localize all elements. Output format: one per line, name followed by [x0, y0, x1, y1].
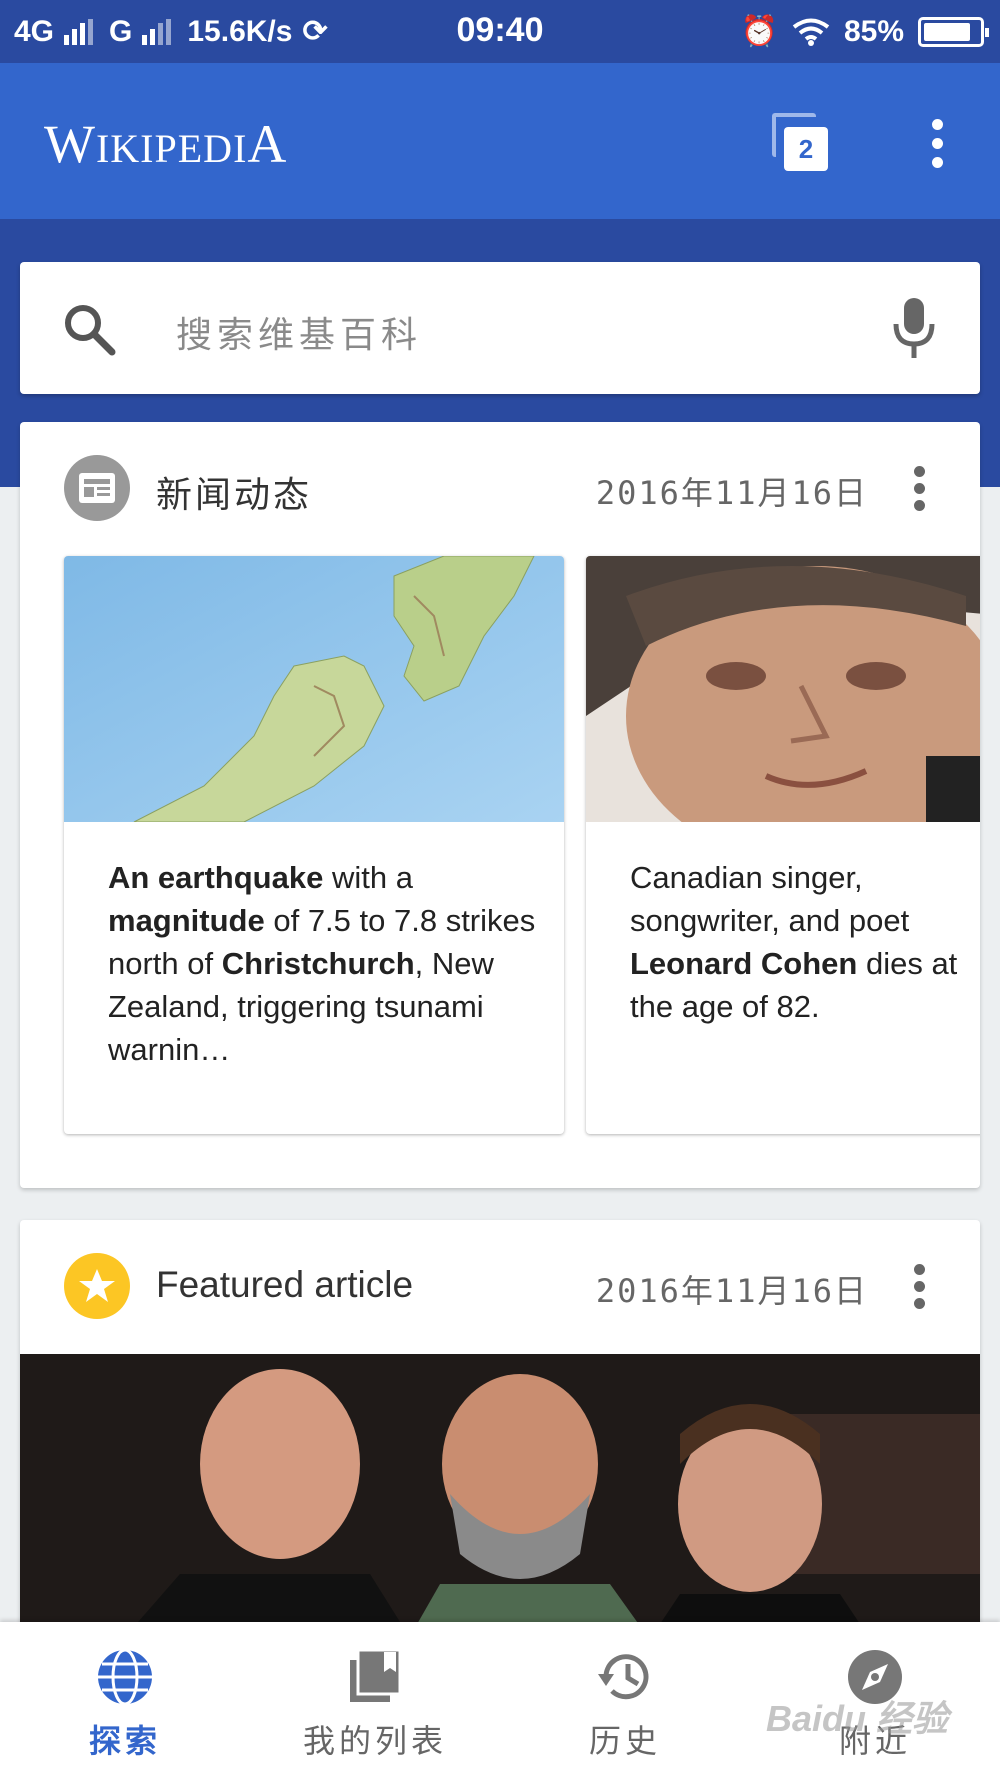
more-vert-icon[interactable]: [932, 119, 944, 176]
nav-explore[interactable]: 探索: [0, 1646, 250, 1762]
featured-card-title: Featured article: [156, 1264, 414, 1305]
nav-label: 我的列表: [302, 1722, 447, 1760]
nav-label: 探索: [88, 1722, 161, 1760]
news-card-header: 新闻动态 2016年11月16日: [20, 422, 980, 554]
search-input[interactable]: 搜索维基百科: [176, 306, 422, 358]
story-bold-link[interactable]: An earthquake: [108, 860, 323, 895]
featured-card: Featured article 2016年11月16日: [20, 1220, 980, 1640]
nav-history[interactable]: 历史: [500, 1646, 750, 1762]
wikipedia-logo: WIKIPEDIA: [44, 114, 288, 174]
mic-icon[interactable]: [892, 296, 936, 360]
globe-icon: [98, 1648, 152, 1706]
news-card-title: 新闻动态: [156, 475, 313, 516]
news-item-cohen[interactable]: Canadian singer, songwriter, and poet Le…: [586, 556, 980, 1134]
tab-count: 2: [784, 127, 828, 171]
news-card-menu-icon[interactable]: [914, 466, 926, 517]
reading-list-icon: [350, 1648, 402, 1702]
news-card: 新闻动态 2016年11月16日 An earthquake with a ma…: [20, 422, 980, 1188]
news-story-text: An earthquake with a magnitude of 7.5 to…: [108, 856, 548, 1071]
news-item-earthquake[interactable]: An earthquake with a magnitude of 7.5 to…: [64, 556, 564, 1134]
watermark: Baidu 经验: [766, 1698, 949, 1739]
nav-label: 历史: [588, 1722, 661, 1760]
app-bar: WIKIPEDIA 2: [0, 63, 1000, 219]
news-story-text: Canadian singer, songwriter, and poet Le…: [630, 856, 980, 1028]
status-bar: 4G G 15.6K/s ⟳ 09:40 ⏰ 85%: [0, 0, 1000, 63]
news-card-date: 2016年11月16日: [595, 474, 868, 512]
battery-fill: [924, 22, 970, 41]
search-icon: [65, 305, 116, 356]
new-zealand-map-image: [64, 556, 564, 822]
story-text-segment: with a: [323, 860, 413, 895]
story-bold-link[interactable]: magnitude: [108, 903, 265, 938]
status-right: ⏰ 85%: [740, 14, 989, 49]
story-bold-link[interactable]: Christchurch: [222, 946, 415, 981]
portrait-photo-image: [586, 556, 980, 822]
battery-percent: 85%: [843, 14, 904, 48]
featured-card-header: Featured article 2016年11月16日: [20, 1220, 980, 1352]
story-bold-link[interactable]: Leonard Cohen: [630, 946, 857, 981]
history-icon: [598, 1654, 649, 1700]
group-photo-image[interactable]: [20, 1354, 980, 1640]
wifi-icon: [792, 18, 830, 46]
battery-icon: [918, 16, 989, 47]
tabs-button[interactable]: 2: [772, 113, 830, 175]
newspaper-icon: [64, 455, 130, 521]
alarm-icon: ⏰: [740, 15, 778, 48]
featured-card-menu-icon[interactable]: [914, 1264, 926, 1315]
featured-card-date: 2016年11月16日: [595, 1272, 868, 1310]
star-icon: [64, 1253, 130, 1319]
story-text-segment: Canadian singer, songwriter, and poet: [630, 860, 910, 938]
nav-reading-lists[interactable]: 我的列表: [250, 1646, 500, 1762]
search-bar[interactable]: 搜索维基百科: [20, 262, 980, 394]
